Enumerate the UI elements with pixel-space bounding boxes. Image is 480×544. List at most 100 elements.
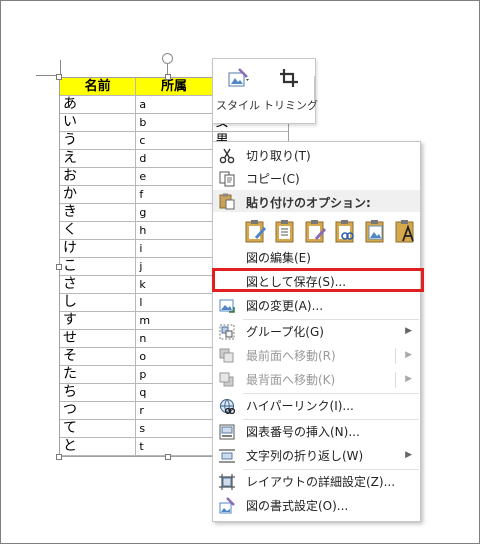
menu-item-send-to-back[interactable]: 最背面へ移動(K) ▶ [213, 368, 420, 392]
menu-item-label: 図の変更(A)... [246, 299, 324, 313]
scissors-icon [219, 148, 235, 164]
paste-text-icon[interactable] [393, 218, 419, 244]
mini-toolbar: スタイル トリミング [212, 58, 318, 124]
bring-front-icon [219, 348, 234, 363]
picture-style-icon [228, 68, 249, 87]
copy-icon [219, 171, 235, 187]
paste-text-only-icon[interactable] [273, 218, 299, 244]
cell-affiliation: n [135, 329, 213, 348]
highlight-box [212, 268, 424, 292]
resize-handle-bottom-left[interactable] [56, 454, 62, 460]
cell-name: う [59, 131, 137, 150]
cell-affiliation: c [135, 131, 213, 150]
menu-item-wrap-text[interactable]: 文字列の折り返し(W) ▶ [213, 444, 420, 468]
cell-affiliation: r [135, 401, 213, 420]
cell-name: つ [59, 401, 137, 420]
menu-item-format-picture[interactable]: 図の書式設定(O)... [213, 494, 420, 518]
menu-item-label: 文字列の折り返し(W) [246, 449, 364, 463]
context-menu: 切り取り(T) コピー(C) 貼り付けのオプション: 図の編集(E) 図として保… [212, 141, 421, 522]
menu-item-change-picture[interactable]: 図の変更(A)... [213, 294, 420, 318]
cell-name: か [59, 185, 137, 204]
menu-item-layout-options[interactable]: レイアウトの詳細設定(Z)... [213, 470, 420, 494]
split-separator [395, 348, 396, 364]
paste-options-row [243, 216, 419, 246]
cell-affiliation: k [135, 275, 213, 294]
cell-name: そ [59, 347, 137, 366]
cell-affiliation: b [135, 113, 213, 132]
trim-button[interactable]: トリミング [263, 59, 318, 123]
cell-affiliation: m [135, 311, 213, 330]
cell-name: し [59, 293, 137, 312]
submenu-arrow-icon: ▶ [405, 350, 412, 360]
cell-affiliation: s [135, 419, 213, 438]
rotate-handle-stem [167, 64, 168, 74]
cell-name: え [59, 149, 137, 168]
paste-merge-icon[interactable] [303, 218, 329, 244]
cell-name: ち [59, 383, 137, 402]
cell-name: い [59, 113, 137, 132]
crop-icon [280, 69, 298, 87]
column-header-affiliation: 所属 [135, 77, 213, 96]
menu-item-hyperlink[interactable]: ハイパーリンク(I)... [213, 394, 420, 418]
submenu-arrow-icon: ▶ [405, 374, 412, 384]
cell-name: き [59, 203, 137, 222]
menu-item-label: 切り取り(T) [246, 149, 311, 163]
paste-picture-icon[interactable] [363, 218, 389, 244]
submenu-arrow-icon: ▶ [405, 450, 412, 460]
format-picture-icon [219, 497, 235, 514]
menu-item-bring-to-front[interactable]: 最前面へ移動(R) ▶ [213, 344, 420, 368]
cell-affiliation: t [135, 437, 213, 456]
send-back-icon [219, 372, 234, 387]
paste-options-label: 貼り付けのオプション: [246, 196, 371, 210]
cell-affiliation: e [135, 167, 213, 186]
mini-toolbar-edge [314, 76, 318, 102]
menu-item-copy[interactable]: コピー(C) [213, 167, 420, 191]
resize-handle-bottom[interactable] [165, 454, 171, 460]
cell-name: お [59, 167, 137, 186]
cell-name: こ [59, 257, 137, 276]
wrap-text-icon [219, 449, 235, 463]
cell-affiliation: p [135, 365, 213, 384]
menu-item-insert-caption[interactable]: 図表番号の挿入(N)... [213, 420, 420, 444]
group-icon [219, 324, 235, 340]
menu-item-cut[interactable]: 切り取り(T) [213, 144, 420, 168]
resize-handle-top[interactable] [165, 74, 171, 80]
cell-name: け [59, 239, 137, 258]
style-label: スタイル [216, 99, 260, 112]
cell-affiliation: q [135, 383, 213, 402]
cell-affiliation: a [135, 95, 213, 114]
cell-name: く [59, 221, 137, 240]
style-button[interactable]: スタイル [213, 59, 263, 123]
cell-affiliation: o [135, 347, 213, 366]
column-header-name: 名前 [59, 77, 137, 96]
paste-keep-format-icon[interactable] [243, 218, 269, 244]
menu-item-label: グループ化(G) [246, 325, 324, 339]
menu-item-label: コピー(C) [246, 172, 300, 186]
cell-affiliation: h [135, 221, 213, 240]
paste-options-header: 貼り付けのオプション: [213, 190, 420, 212]
cell-name: あ [59, 95, 137, 114]
resize-handle-left[interactable] [56, 264, 62, 270]
cell-name: た [59, 365, 137, 384]
trim-label: トリミング [263, 99, 318, 112]
cell-affiliation: j [135, 257, 213, 276]
cell-affiliation: l [135, 293, 213, 312]
menu-item-label: 図表番号の挿入(N)... [246, 425, 360, 439]
menu-item-group[interactable]: グループ化(G) ▶ [213, 320, 420, 344]
cell-name: と [59, 437, 137, 456]
paste-link-icon[interactable] [333, 218, 359, 244]
split-separator [395, 372, 396, 388]
menu-item-label: 図の書式設定(O)... [246, 499, 349, 513]
change-picture-icon [219, 299, 235, 313]
cell-affiliation: i [135, 239, 213, 258]
caption-icon [219, 424, 235, 440]
menu-item-label: ハイパーリンク(I)... [246, 399, 354, 413]
resize-handle-top-left[interactable] [56, 74, 62, 80]
cell-affiliation: f [135, 185, 213, 204]
cell-name: さ [59, 275, 137, 294]
menu-item-edit-picture[interactable]: 図の編集(E) [213, 246, 420, 270]
paste-icon [219, 193, 235, 210]
rotate-handle-icon[interactable] [162, 53, 173, 64]
submenu-arrow-icon: ▶ [405, 326, 412, 336]
cell-affiliation: d [135, 149, 213, 168]
